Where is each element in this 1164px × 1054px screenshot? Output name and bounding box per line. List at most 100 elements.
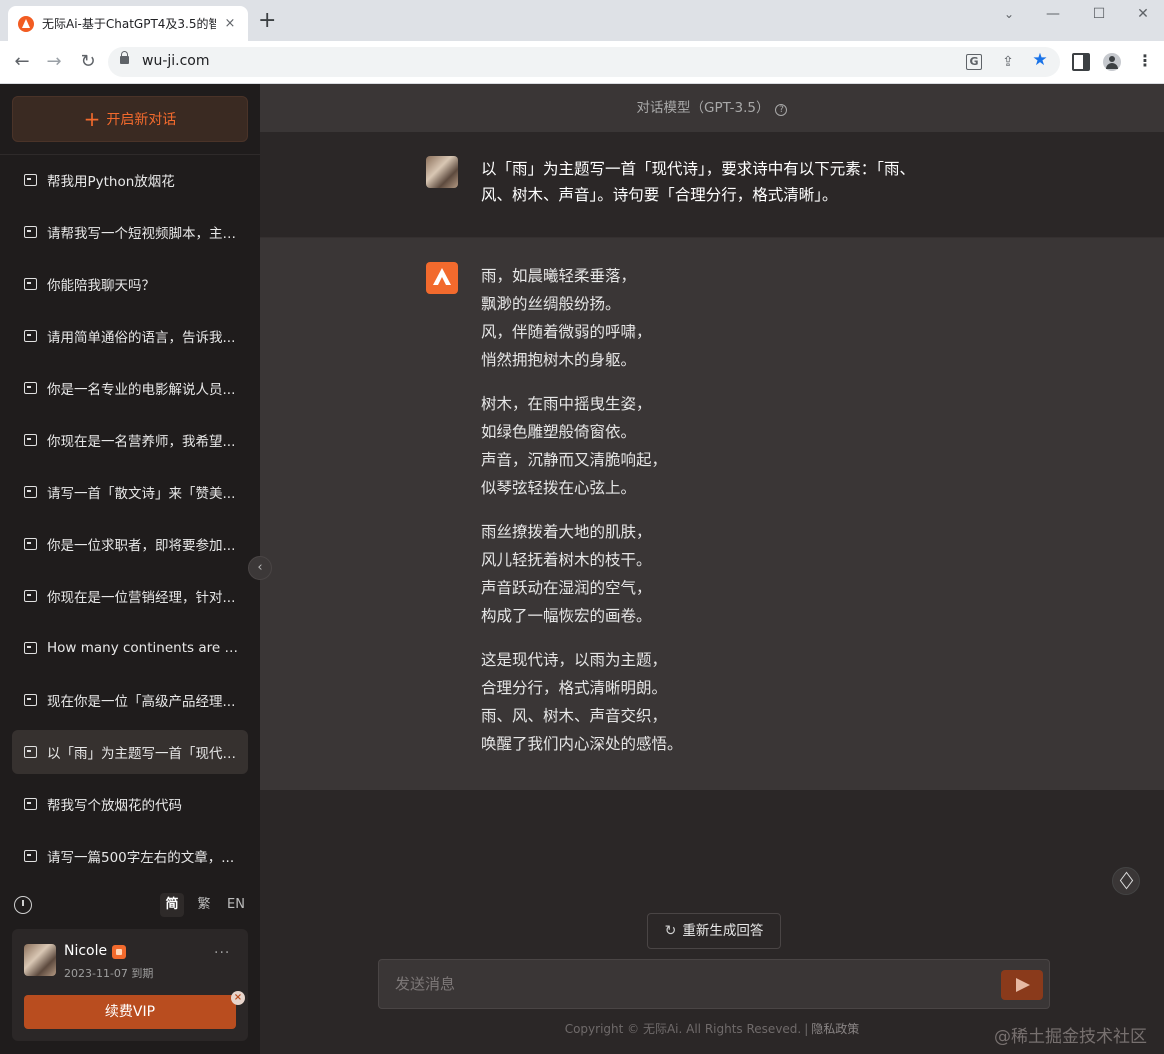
new-chat-button[interactable]: + 开启新对话 <box>12 96 248 142</box>
conversation-item[interactable]: 请用简单通俗的语言，告诉我... <box>12 314 248 358</box>
message-input-box[interactable] <box>378 959 1050 1009</box>
tab-close-icon[interactable]: × <box>222 16 238 31</box>
profile-icon[interactable] <box>1103 53 1121 71</box>
bookmark-star-icon[interactable]: ★ <box>1030 51 1050 69</box>
footer-separator: | <box>804 1022 809 1036</box>
conversation-label: 请用简单通俗的语言，告诉我... <box>47 330 236 346</box>
plus-icon: + <box>83 107 101 131</box>
regenerate-label: 重新生成回答 <box>682 923 764 939</box>
browser-menu-icon[interactable]: ⋮ <box>1136 53 1154 71</box>
conversation-item[interactable]: 你能陪我聊天吗？ <box>12 262 248 306</box>
poem-line: 唤醒了我们内心深处的感悟。 <box>481 735 683 753</box>
send-icon[interactable] <box>1001 970 1043 1000</box>
renew-close-icon[interactable]: × <box>231 991 245 1005</box>
conversation-item[interactable]: 你是一名专业的电影解说人员... <box>12 366 248 410</box>
conversation-label: 请写一首「散文诗」来「赞美... <box>47 486 236 502</box>
poem-stanza: 树木，在雨中摇曳生姿， 如绿色雕塑般倚窗依。 声音，沉静而又清脆响起， 似琴弦轻拨在心… <box>481 390 901 502</box>
side-panel-icon[interactable] <box>1072 53 1090 71</box>
user-message-avatar <box>426 156 458 188</box>
conversation-label: 现在你是一位「高级产品经理... <box>47 694 236 710</box>
conversation-label: How many continents are there... <box>47 640 243 656</box>
renew-vip-button[interactable]: 续费VIP <box>24 995 236 1029</box>
conversation-label: 你是一位求职者，即将要参加... <box>47 538 236 554</box>
conversation-label: 请帮我写一个短视频脚本，主题是... <box>47 226 243 242</box>
address-bar[interactable]: wu-ji.com G ⇪ ★ <box>108 47 1060 77</box>
back-button[interactable]: ← <box>10 51 34 73</box>
conversation-item[interactable]: 以「雨」为主题写一首「现代诗... <box>12 730 248 774</box>
more-options-icon[interactable]: ··· <box>214 945 230 961</box>
model-header: 对话模型（GPT-3.5）? <box>260 84 1164 132</box>
lang-simplified-button[interactable]: 简 <box>160 893 184 917</box>
message-input[interactable] <box>379 960 989 1008</box>
conversation-label: 请写一篇500字左右的文章，... <box>47 850 235 866</box>
user-name: Nicole <box>64 943 108 959</box>
new-chat-label: 开启新对话 <box>106 112 177 128</box>
assistant-logo-icon <box>426 262 458 294</box>
chat-main: 对话模型（GPT-3.5）? 以「雨」为主题写一首「现代诗」，要求诗中有以下元素… <box>260 84 1164 1054</box>
poem-line: 似琴弦轻拨在心弦上。 <box>481 479 637 497</box>
conversation-item[interactable]: 请写一首「散文诗」来「赞美... <box>12 470 248 514</box>
privacy-policy-link[interactable]: 隐私政策 <box>811 1022 859 1036</box>
tab-title: 无际Ai-基于ChatGPT4及3.5的智能AI对话 <box>42 17 216 31</box>
lang-english-button[interactable]: EN <box>224 893 248 917</box>
conversation-item[interactable]: 你是一位求职者，即将要参加... <box>12 522 248 566</box>
user-avatar[interactable] <box>24 944 56 976</box>
conversation-label: 你现在是一名营养师，我希望... <box>47 434 236 450</box>
conversation-label: 你现在是一位营销经理，针对... <box>47 590 236 606</box>
user-message-text: 以「雨」为主题写一首「现代诗」，要求诗中有以下元素：「雨、风、树木、声音」。诗句… <box>481 160 916 204</box>
help-icon[interactable]: ? <box>775 104 788 116</box>
sidebar-collapse-button[interactable]: ‹ <box>248 556 272 580</box>
chat-bubble-icon <box>24 538 37 550</box>
poem-line: 悄然拥抱树木的身躯。 <box>481 351 637 369</box>
conversation-item[interactable]: 请帮我写一个短视频脚本，主题是... <box>12 210 248 254</box>
new-tab-button[interactable]: + <box>258 9 276 33</box>
lock-icon[interactable] <box>120 51 129 64</box>
chat-bubble-icon <box>24 382 37 394</box>
chat-bubble-icon <box>24 746 37 758</box>
poem-line: 这是现代诗，以雨为主题， <box>481 651 668 669</box>
conversation-item[interactable]: How many continents are there... <box>12 626 248 670</box>
conversation-item[interactable]: 请写一篇500字左右的文章，... <box>12 834 248 878</box>
poem-line: 飘渺的丝绸般纷扬。 <box>481 295 621 313</box>
site-favicon-icon <box>18 15 34 32</box>
chat-bubble-icon <box>24 330 37 342</box>
poem-line: 声音跃动在湿润的空气， <box>481 579 652 597</box>
tab-search-chevron-icon[interactable]: ⌄ <box>986 4 1032 24</box>
vip-badge-icon <box>112 945 126 959</box>
poem-stanza: 这是现代诗，以雨为主题， 合理分行，格式清晰明朗。 雨、风、树木、声音交织， 唤醒了我… <box>481 646 901 758</box>
maximize-button[interactable]: ☐ <box>1076 4 1122 24</box>
chat-bubble-icon <box>24 850 37 862</box>
url-text[interactable]: wu-ji.com <box>142 53 210 69</box>
conversation-label: 帮我写个放烟花的代码 <box>47 798 182 814</box>
forward-button[interactable]: → <box>42 51 66 73</box>
history-icon[interactable] <box>14 896 32 914</box>
conversation-item[interactable]: 帮我写个放烟花的代码 <box>12 782 248 826</box>
conversation-item[interactable]: 你现在是一位营销经理，针对... <box>12 574 248 618</box>
browser-tab-bar: 无际Ai-基于ChatGPT4及3.5的智能AI对话 × + ⌄ — ☐ ✕ <box>0 0 1164 41</box>
regenerate-button[interactable]: ↻ 重新生成回答 <box>647 913 781 949</box>
close-window-button[interactable]: ✕ <box>1120 4 1164 24</box>
layers-icon[interactable] <box>1112 867 1140 895</box>
poem-stanza: 雨，如晨曦轻柔垂落， 飘渺的丝绸般纷扬。 风，伴随着微弱的呼啸， 悄然拥抱树木的身躯。 <box>481 262 901 374</box>
browser-tab[interactable]: 无际Ai-基于ChatGPT4及3.5的智能AI对话 × <box>8 6 248 41</box>
lang-traditional-button[interactable]: 繁 <box>192 893 216 917</box>
poem-line: 构成了一幅恢宏的画卷。 <box>481 607 652 625</box>
chat-bubble-icon <box>24 486 37 498</box>
vip-expiry-date: 2023-11-07 到期 <box>64 967 154 980</box>
conversation-label: 帮我用Python放烟花 <box>47 174 175 190</box>
translate-icon[interactable]: G <box>966 54 982 70</box>
chat-bubble-icon <box>24 642 37 654</box>
browser-toolbar: ← → ↻ wu-ji.com G ⇪ ★ ⋮ <box>0 41 1164 84</box>
chat-bubble-icon <box>24 226 37 238</box>
chat-bubble-icon <box>24 278 37 290</box>
minimize-button[interactable]: — <box>1030 4 1076 24</box>
conversation-label: 你能陪我聊天吗？ <box>47 278 155 294</box>
conversation-list: 帮我用Python放烟花请帮我写一个短视频脚本，主题是... 你能陪我聊天吗？ 请用… <box>12 158 248 886</box>
conversation-item[interactable]: 现在你是一位「高级产品经理... <box>12 678 248 722</box>
sidebar-divider <box>0 154 260 155</box>
conversation-item[interactable]: 帮我用Python放烟花 <box>12 158 248 202</box>
reload-button[interactable]: ↻ <box>76 51 100 73</box>
conversation-item[interactable]: 你现在是一名营养师，我希望... <box>12 418 248 462</box>
user-message: 以「雨」为主题写一首「现代诗」，要求诗中有以下元素：「雨、风、树木、声音」。诗句… <box>260 132 1164 238</box>
share-icon[interactable]: ⇪ <box>998 53 1018 71</box>
